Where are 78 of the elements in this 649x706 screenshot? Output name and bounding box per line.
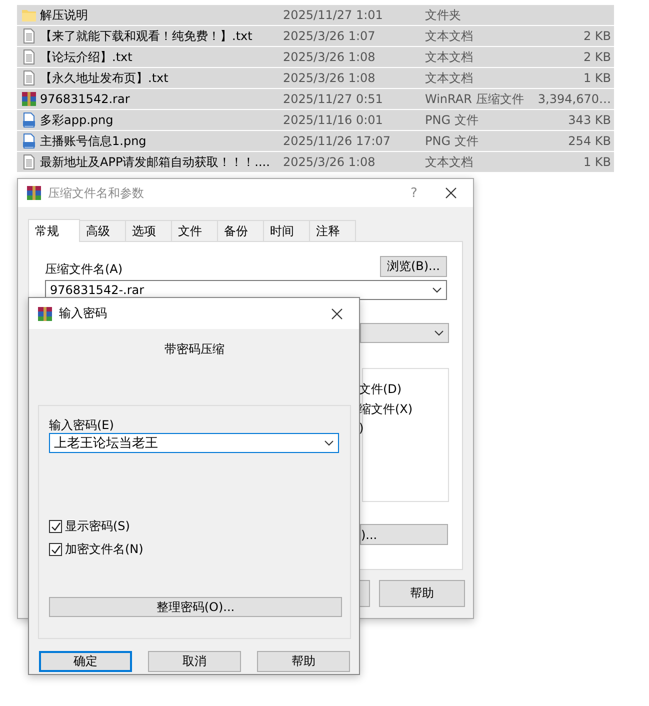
caret-icon [434,330,444,336]
file-size: 254 KB [567,134,611,148]
file-row[interactable]: 【论坛介绍】.txt 2025/3/26 1:08 文本文档 2 KB [17,47,614,68]
document-icon [21,70,37,86]
option-label: ) [359,421,365,437]
file-row[interactable]: 多彩app.png 2025/11/16 0:01 PNG 文件 343 KB [17,110,614,131]
file-size: 343 KB [567,113,611,127]
button[interactable]: )... [360,524,448,545]
file-size: 1 KB [582,155,611,169]
file-size: 1 KB [582,71,611,85]
file-name: 【来了就能下载和观看！纯免费！】.txt [40,28,254,44]
image-file-icon [21,133,37,149]
file-name: 976831542.rar [40,92,131,106]
file-name: 【论坛介绍】.txt [40,48,134,66]
file-date: 2025/11/27 1:01 [283,8,384,22]
document-icon [21,28,37,44]
file-date: 2025/3/26 1:08 [283,71,376,85]
file-row[interactable]: 【永久地址发布页】.txt 2025/3/26 1:08 文本文档 1 KB [17,68,614,89]
help-button[interactable]: 帮助 [379,580,465,607]
tab[interactable]: 常规 [28,219,80,242]
file-type: 文件夹 [425,6,462,24]
archive-icon [21,91,37,107]
file-name: 主播账号信息1.png [40,132,148,150]
close-icon [331,308,343,320]
file-name: 【永久地址发布页】.txt [40,70,170,86]
dialog-button[interactable]: 确定 [39,651,132,672]
file-size: 2 KB [582,29,611,43]
folder-icon [21,7,37,23]
image-file-icon [21,112,37,128]
file-row[interactable]: 最新地址及APP请发邮箱自动获取！！！.... 2025/3/26 1:08 文本文档 1 KB [17,152,614,172]
help-button[interactable]: ? [399,186,429,200]
browse-button[interactable]: 浏览(B)... [380,256,447,277]
caret-icon [432,287,442,293]
file-type: 文本文档 [425,48,474,66]
file-row[interactable]: 【来了就能下载和观看！纯免费！】.txt 2025/3/26 1:07 文本文档 2 KB [17,26,614,47]
file-type: PNG 文件 [425,112,480,128]
file-size: 2 KB [582,50,611,64]
file-date: 2025/11/27 0:51 [283,92,384,106]
dialog-heading: 带密码压缩 [164,341,226,357]
caret-icon [324,440,334,446]
checkbox-label: 显示密码(S) [65,518,130,535]
window-title: 输入密码 [59,305,108,322]
checkbox[interactable] [49,520,62,533]
window-title: 压缩文件名和参数 [48,184,145,202]
file-date: 2025/3/26 1:08 [283,155,376,169]
checkbox[interactable] [49,543,62,556]
tab[interactable]: 注释 [309,220,356,241]
document-icon [21,49,37,65]
file-date: 2025/3/26 1:07 [283,29,376,43]
option-label: 文件(D) [359,381,403,398]
check-icon [50,544,61,555]
file-type: 文本文档 [425,70,474,86]
archive-icon [37,306,53,322]
password-field[interactable]: 上老王论坛当老王 [49,433,339,453]
file-type: 文本文档 [425,154,474,170]
file-date: 2025/3/26 1:08 [283,50,376,64]
checkbox-label: 加密文件名(N) [65,541,144,558]
file-name: 解压说明 [40,6,89,24]
field-label: 压缩文件名(A) [45,261,123,277]
file-row[interactable]: 主播账号信息1.png 2025/11/26 17:07 PNG 文件 254 KB [17,131,614,152]
check-icon [50,521,61,532]
file-date: 2025/11/26 17:07 [283,134,392,148]
file-date: 2025/11/16 0:01 [283,113,384,127]
field-label: 输入密码(E) [49,417,115,433]
dialog-button[interactable]: 取消 [148,651,241,672]
file-type: WinRAR 压缩文件 [425,90,525,108]
file-type: 文本文档 [425,28,474,44]
close-icon [445,187,457,199]
file-type: PNG 文件 [425,132,480,150]
dialog-button[interactable]: 帮助 [257,651,350,672]
organize-passwords-button[interactable]: 整理密码(O)... [49,597,342,617]
document-icon [21,154,37,170]
file-size: 3,394,670… [536,92,611,106]
file-name: 最新地址及APP请发邮箱自动获取！！！.... [40,154,271,170]
archive-icon [26,185,42,201]
file-row[interactable]: 976831542.rar 2025/11/27 0:51 WinRAR 压缩文件 3,394,670… [17,89,614,110]
file-row[interactable]: 解压说明 2025/11/27 1:01 文件夹 [17,5,614,26]
file-name: 多彩app.png [40,112,114,128]
